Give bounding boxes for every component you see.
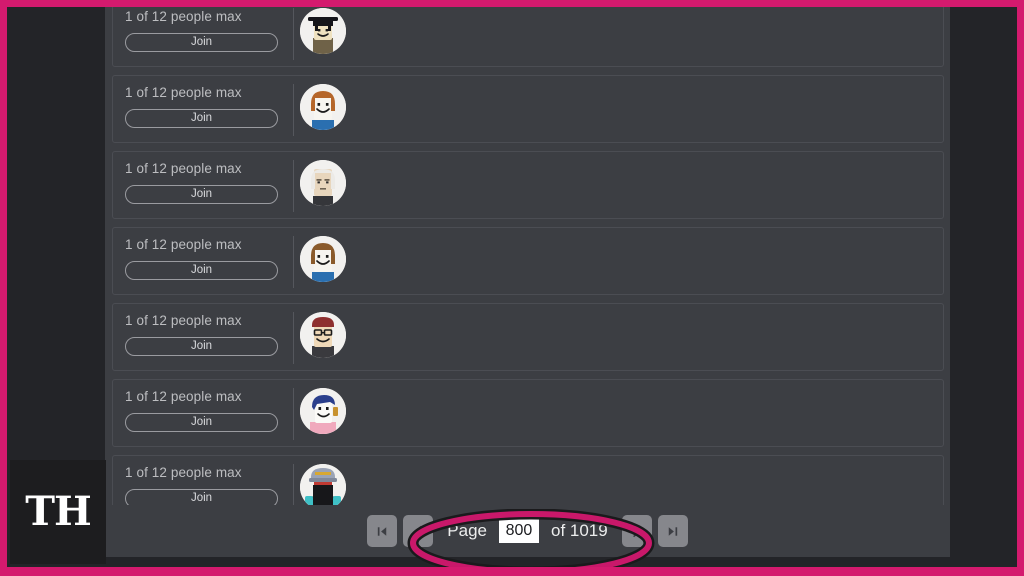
- avatar-white-hair: [300, 160, 346, 206]
- server-card[interactable]: 1 of 12 people max Join: [112, 75, 944, 143]
- player-count-label: 1 of 12 people max: [125, 161, 242, 176]
- avatar-helmet-mask: [300, 464, 346, 510]
- server-browser-panel: 1 of 12 people max Join 1 of 12 people m…: [105, 7, 950, 557]
- avatar-red-cap-glasses: [300, 312, 346, 358]
- player-count-label: 1 of 12 people max: [125, 389, 242, 404]
- server-list: 1 of 12 people max Join 1 of 12 people m…: [112, 7, 944, 531]
- server-card[interactable]: 1 of 12 people max Join: [112, 7, 944, 67]
- card-divider: [293, 160, 294, 212]
- card-divider: [293, 236, 294, 288]
- server-card-info: 1 of 12 people max Join: [125, 304, 288, 370]
- watermark-text: TH: [25, 488, 92, 535]
- last-page-button[interactable]: [657, 515, 688, 547]
- server-card[interactable]: 1 of 12 people max Join: [112, 303, 944, 371]
- join-button[interactable]: Join: [125, 33, 278, 52]
- card-divider: [293, 388, 294, 440]
- player-count-label: 1 of 12 people max: [125, 85, 242, 100]
- avatar-orange-hair: [300, 84, 346, 130]
- server-card-info: 1 of 12 people max Join: [125, 228, 288, 294]
- server-card[interactable]: 1 of 12 people max Join: [112, 151, 944, 219]
- join-button[interactable]: Join: [125, 261, 278, 280]
- avatar-black-hat: [300, 8, 346, 54]
- watermark-logo: TH: [10, 460, 106, 564]
- player-count-label: 1 of 12 people max: [125, 465, 242, 480]
- card-divider: [293, 8, 294, 60]
- player-count-label: 1 of 12 people max: [125, 237, 242, 252]
- pagination-bar: Page of 1019: [105, 505, 950, 557]
- annotation-frame: 1 of 12 people max Join 1 of 12 people m…: [0, 0, 1024, 576]
- pagination-controls: Page of 1019: [367, 515, 688, 547]
- card-divider: [293, 312, 294, 364]
- avatar-blue-hair-pink-shirt: [300, 388, 346, 434]
- server-card-info: 1 of 12 people max Join: [125, 380, 288, 446]
- card-divider: [293, 84, 294, 136]
- avatar-brown-hair: [300, 236, 346, 282]
- server-card-info: 1 of 12 people max Join: [125, 76, 288, 142]
- server-card[interactable]: 1 of 12 people max Join: [112, 379, 944, 447]
- server-card-info: 1 of 12 people max Join: [125, 152, 288, 218]
- join-button[interactable]: Join: [125, 413, 278, 432]
- join-button[interactable]: Join: [125, 185, 278, 204]
- join-button[interactable]: Join: [125, 337, 278, 356]
- player-count-label: 1 of 12 people max: [125, 9, 242, 24]
- previous-page-button[interactable]: [403, 515, 434, 547]
- player-count-label: 1 of 12 people max: [125, 313, 242, 328]
- next-page-button[interactable]: [621, 515, 652, 547]
- page-total-label: of 1019: [550, 521, 608, 540]
- page-label: Page: [447, 521, 487, 540]
- server-card-info: 1 of 12 people max Join: [125, 7, 288, 66]
- page-number-input[interactable]: [498, 519, 539, 543]
- first-page-button[interactable]: [367, 515, 398, 547]
- page-background: 1 of 12 people max Join 1 of 12 people m…: [7, 7, 1017, 567]
- server-card[interactable]: 1 of 12 people max Join: [112, 227, 944, 295]
- join-button[interactable]: Join: [125, 109, 278, 128]
